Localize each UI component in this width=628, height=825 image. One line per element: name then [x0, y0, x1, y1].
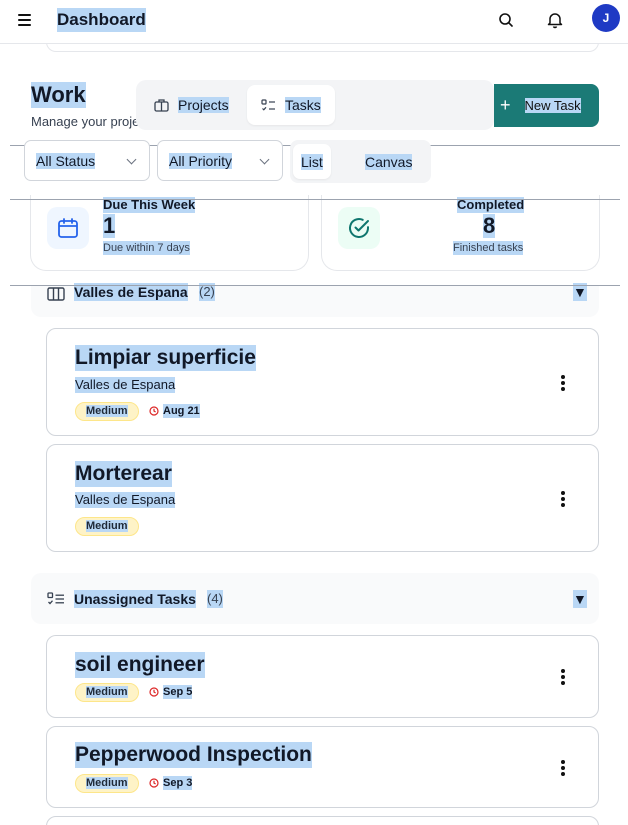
priority-badge: Medium — [75, 402, 139, 421]
calendar-icon — [47, 207, 89, 249]
app-title: Dashboard — [57, 8, 146, 32]
new-task-button[interactable]: + New Task — [494, 84, 599, 127]
task-card[interactable]: Morterear Valles de Espana Medium — [46, 444, 599, 552]
chevron-down-icon — [259, 154, 270, 165]
due-date-label: Sep 5 — [163, 685, 193, 699]
priority-label: Medium — [86, 520, 128, 532]
view-switcher: Projects Tasks — [136, 80, 494, 130]
group-header-valles-de-espana[interactable]: Valles de Espana (2) ▼ — [31, 283, 599, 317]
stat-note: Due within 7 days — [103, 241, 190, 255]
task-title: soil engineer — [75, 652, 205, 678]
due-date-label: Sep 3 — [163, 776, 193, 790]
priority-filter-value: All Priority — [169, 152, 233, 169]
list-view-label: List — [301, 153, 323, 170]
clock-icon — [149, 687, 159, 697]
top-app-bar: Dashboard J — [0, 0, 628, 44]
divider-line — [10, 285, 620, 286]
canvas-view-button[interactable]: Canvas — [357, 144, 420, 179]
user-avatar[interactable]: J — [592, 4, 620, 32]
priority-filter-select[interactable]: All Priority — [157, 140, 283, 181]
tab-tasks[interactable]: Tasks — [247, 85, 335, 125]
menu-icon[interactable] — [18, 14, 31, 26]
priority-label: Medium — [86, 405, 128, 417]
stat-value: 1 — [103, 213, 116, 238]
more-options-icon[interactable] — [560, 491, 566, 507]
priority-label: Medium — [86, 686, 128, 698]
status-filter-select[interactable]: All Status — [24, 140, 150, 181]
task-card[interactable]: soil engineer Medium Sep 5 — [46, 635, 599, 718]
task-card[interactable]: Limpiar superficie Valles de Espana Medi… — [46, 328, 599, 436]
priority-label: Medium — [86, 777, 128, 789]
more-options-icon[interactable] — [560, 669, 566, 685]
divider-line — [10, 199, 620, 200]
task-title: Pepperwood Inspection — [75, 742, 312, 768]
task-card[interactable]: Pepperwood Inspection Medium Sep 3 — [46, 726, 599, 808]
tab-projects[interactable]: Projects — [140, 85, 243, 125]
search-icon[interactable] — [496, 10, 516, 30]
priority-badge: Medium — [75, 683, 139, 702]
task-list-icon — [261, 98, 275, 111]
task-project: Valles de Espana — [75, 492, 176, 508]
plus-icon: + — [500, 95, 511, 115]
status-filter-value: All Status — [36, 152, 96, 169]
more-options-icon[interactable] — [560, 760, 566, 776]
columns-icon — [47, 287, 65, 301]
new-task-label: New Task — [524, 98, 581, 113]
check-circle-icon — [338, 207, 380, 249]
due-date: Aug 21 — [149, 404, 200, 418]
stat-note: Finished tasks — [453, 241, 524, 255]
canvas-view-label: Canvas — [365, 153, 413, 170]
task-title: Morterear — [75, 461, 172, 487]
clock-icon — [149, 406, 159, 416]
page-title: Work — [31, 82, 86, 108]
group-name: Unassigned Tasks — [74, 590, 196, 608]
collapse-caret-icon[interactable]: ▼ — [573, 590, 587, 608]
page-subtitle: Manage your proje — [31, 114, 140, 129]
view-mode-toggle: List Canvas — [290, 140, 431, 183]
due-date: Sep 3 — [149, 776, 193, 790]
group-header-unassigned-tasks[interactable]: Unassigned Tasks (4) ▼ — [31, 573, 599, 624]
list-view-button[interactable]: List — [293, 144, 331, 179]
clock-icon — [149, 778, 159, 788]
due-date: Sep 5 — [149, 685, 193, 699]
briefcase-icon — [154, 99, 169, 112]
stat-value: 8 — [483, 213, 496, 238]
task-card[interactable] — [46, 816, 599, 825]
task-project: Valles de Espana — [75, 377, 176, 393]
priority-badge: Medium — [75, 517, 139, 536]
task-list-icon — [47, 592, 64, 605]
tab-tasks-label: Tasks — [285, 97, 321, 113]
task-title: Limpiar superficie — [75, 345, 256, 371]
stat-card-due-this-week: Due This Week 1 Due within 7 days — [30, 195, 309, 271]
priority-badge: Medium — [75, 774, 139, 793]
tab-projects-label: Projects — [178, 97, 229, 113]
group-count: (4) — [207, 590, 223, 608]
chevron-down-icon — [126, 154, 137, 165]
more-options-icon[interactable] — [560, 375, 566, 391]
due-date-label: Aug 21 — [163, 404, 200, 418]
bell-icon[interactable] — [545, 10, 565, 30]
stat-card-completed: Completed 8 Finished tasks — [321, 195, 600, 271]
